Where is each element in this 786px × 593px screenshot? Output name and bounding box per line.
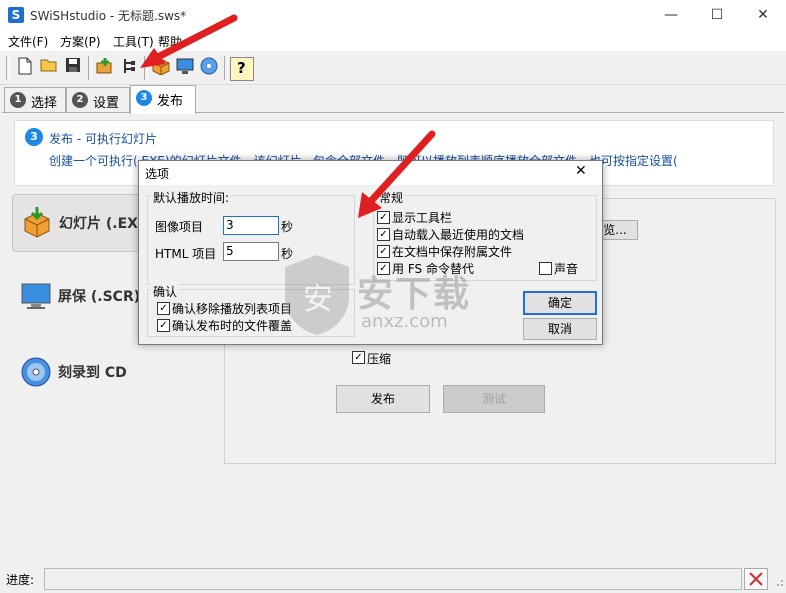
auto-load-recent-label: 自动载入最近使用的文档 [392, 228, 525, 242]
sound-label: 声音 [554, 262, 579, 276]
tab-publish[interactable]: 3 发布 [130, 85, 196, 114]
tab-label: 发布 [157, 94, 184, 109]
html-duration-input[interactable]: 5 [223, 242, 279, 261]
confirm-group-title: 确认 [151, 283, 180, 300]
app-icon: S [8, 7, 24, 23]
menu-file[interactable]: 文件(F) [8, 33, 48, 50]
status-bar: 进度: [0, 565, 786, 593]
tab-number: 2 [72, 92, 88, 108]
confirm-remove-checkbox[interactable]: ✓ [157, 302, 170, 315]
title-bar: S SWiSHstudio - 无标题.sws* — ☐ ✕ [0, 0, 786, 31]
maximize-button[interactable]: ☐ [694, 0, 740, 31]
image-duration-input[interactable]: 3 [223, 216, 279, 235]
watermark-url: anxz.com [361, 311, 448, 332]
new-file-icon[interactable] [14, 57, 36, 79]
monitor-icon [21, 283, 51, 309]
default-time-group-title: 默认播放时间: [151, 189, 232, 206]
info-title: 发布 - 可执行幻灯片 [49, 132, 157, 146]
confirm-remove-label: 确认移除播放列表项目 [172, 302, 293, 316]
option-label: 屏保 (.SCR) [58, 289, 141, 305]
confirm-overwrite-label: 确认发布时的文件覆盖 [172, 319, 293, 333]
save-attachments-label: 在文档中保存附属文件 [392, 245, 513, 259]
step-number-icon: 3 [25, 128, 43, 146]
svg-text:安: 安 [303, 282, 333, 317]
cd-icon [21, 357, 51, 387]
publish-button[interactable]: 发布 [336, 385, 430, 413]
watermark-text: 安下载 [357, 274, 472, 315]
progress-bar [44, 568, 742, 590]
toolbar-grip [6, 56, 10, 80]
close-button[interactable]: ✕ [740, 0, 786, 31]
tab-number: 3 [136, 90, 152, 106]
resize-grip[interactable] [772, 575, 784, 587]
watermark-shield-icon: 安 [281, 253, 353, 337]
dialog-close-button[interactable]: ✕ [575, 163, 587, 179]
confirm-overwrite-checkbox[interactable]: ✓ [157, 319, 170, 332]
tab-select[interactable]: 1 选择 [4, 87, 66, 112]
menu-project[interactable]: 方案(P) [60, 33, 101, 50]
annotation-arrow-icon [358, 130, 436, 218]
sound-checkbox[interactable] [539, 262, 552, 275]
cancel-button[interactable]: 取消 [523, 318, 597, 340]
menu-bar: 文件(F) 方案(P) 工具(T) 帮助 [0, 31, 786, 51]
progress-label: 进度: [6, 573, 35, 587]
minimize-button[interactable]: — [648, 0, 694, 31]
tab-settings[interactable]: 2 设置 [66, 87, 130, 112]
open-folder-icon[interactable] [38, 57, 60, 79]
add-files-icon[interactable] [94, 57, 116, 79]
tab-label: 选择 [31, 96, 58, 111]
option-burn-cd[interactable]: 刻录到 CD [12, 344, 204, 400]
compress-label: 压缩 [367, 352, 392, 366]
test-button[interactable]: 测试 [443, 385, 545, 413]
toolbar-separator [88, 56, 92, 80]
tab-label: 设置 [93, 96, 120, 111]
seconds-unit: 秒 [281, 220, 294, 234]
auto-load-recent-checkbox[interactable]: ✓ [377, 228, 390, 241]
html-items-label: HTML 项目 [155, 247, 217, 261]
annotation-arrow-icon [140, 14, 238, 68]
stop-icon[interactable] [744, 568, 768, 590]
box-icon [24, 207, 50, 238]
save-attachments-checkbox[interactable]: ✓ [377, 245, 390, 258]
compress-checkbox[interactable]: ✓ [352, 351, 365, 364]
tab-number: 1 [10, 92, 26, 108]
toolbar: ? [0, 52, 786, 85]
image-items-label: 图像项目 [155, 220, 204, 234]
ok-button[interactable]: 确定 [523, 291, 597, 315]
dialog-title: 选项 [145, 167, 170, 181]
option-label: 刻录到 CD [58, 365, 127, 381]
save-icon[interactable] [62, 57, 84, 79]
